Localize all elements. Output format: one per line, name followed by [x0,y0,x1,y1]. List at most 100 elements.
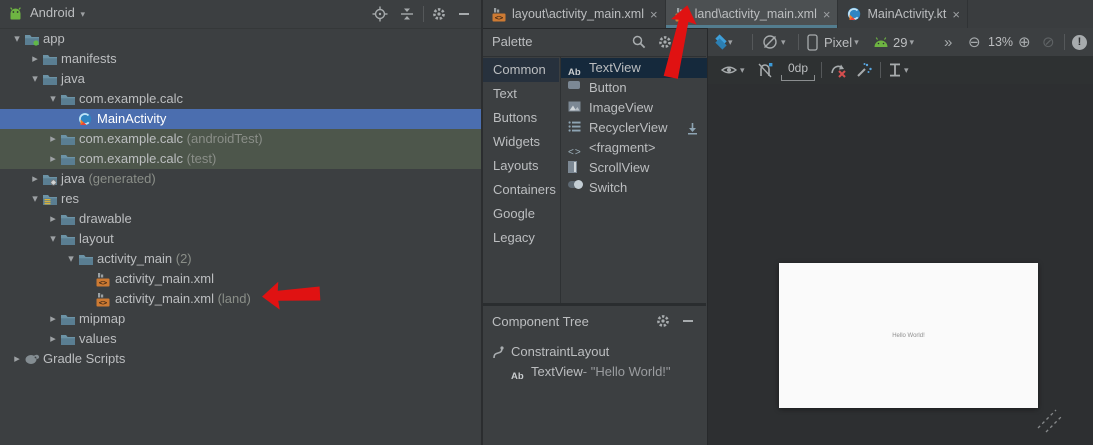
tree-item-mipmap[interactable]: ▸ mipmap [0,309,481,329]
project-settings-button[interactable] [431,6,447,22]
zoom-fit-disabled-icon: ⊘ [1042,33,1055,51]
tree-item-app[interactable]: ▾ app [0,29,481,49]
palette-component-scrollview[interactable]: ScrollView [561,158,707,178]
tree-item-label: drawable [79,209,132,229]
resize-handle[interactable] [1035,408,1065,434]
component-tree-settings-button[interactable] [655,313,671,329]
collapsed-arrow-icon[interactable]: ▸ [46,149,60,169]
tree-item-label: res [61,189,79,209]
pack-align-button[interactable]: ▾ [888,56,909,84]
tree-item-label: com.example.calc (test) [79,149,216,169]
palette-search-button[interactable] [631,34,647,50]
tree-item-label: com.example.calc [79,89,183,109]
editor-tab-land-activity-main-xml[interactable]: <> land\activity_main.xml × [666,0,839,28]
folder-icon [42,72,58,86]
tree-item-com-example-calc[interactable]: ▸ com.example.calc (test) [0,149,481,169]
expanded-arrow-icon[interactable]: ▾ [28,189,42,209]
view-options-button[interactable]: ▾ [720,56,745,84]
palette-component-fragment[interactable]: <> <fragment> [561,138,707,158]
design-surface[interactable]: Hello World! [707,84,1093,445]
device-selector[interactable]: Pixel ▾ [807,28,859,56]
tree-item-activity-main-xml[interactable]: <>activity_main.xml (land) [0,289,481,309]
issues-button[interactable]: ! [1072,28,1087,56]
clear-constraints-button[interactable] [829,56,848,84]
orientation-selector[interactable]: ▾ [761,28,786,56]
tree-item-java[interactable]: ▸ java (generated) [0,169,481,189]
expanded-arrow-icon[interactable]: ▾ [46,229,60,249]
tree-item-res[interactable]: ▾ res [0,189,481,209]
editor-tab-bar: <> layout\activity_main.xml × <> land\ac… [483,0,1093,29]
locate-file-button[interactable] [372,6,388,22]
minimize-icon [683,320,693,322]
zoom-in-button[interactable]: ⊕ [1018,28,1031,56]
tree-item-java[interactable]: ▾ java [0,69,481,89]
component-tree-item-constraintlayout[interactable]: ConstraintLayout [483,342,706,362]
palette-category-layouts[interactable]: Layouts [483,154,559,178]
tree-item-com-example-calc[interactable]: ▸ com.example.calc (androidTest) [0,129,481,149]
collapsed-arrow-icon[interactable]: ▸ [46,129,60,149]
close-icon[interactable]: × [823,8,831,21]
textview-icon: Ab [568,67,581,78]
palette-category-common[interactable]: Common [483,58,559,82]
palette-category-widgets[interactable]: Widgets [483,130,559,154]
collapsed-arrow-icon[interactable]: ▸ [46,209,60,229]
collapsed-arrow-icon[interactable]: ▸ [10,349,24,369]
tree-item-gradle-scripts[interactable]: ▸ Gradle Scripts [0,349,481,369]
palette-component-imageview[interactable]: ImageView [561,98,707,118]
download-button[interactable] [686,122,699,135]
expanded-arrow-icon[interactable]: ▾ [46,89,60,109]
palette-category-text[interactable]: Text [483,82,559,106]
folder-icon [42,192,58,206]
palette-category-buttons[interactable]: Buttons [483,106,559,130]
imageview-icon [568,101,581,112]
zoom-to-fit-button[interactable]: ⊘ [1042,28,1055,56]
expanded-arrow-icon[interactable]: ▾ [10,29,24,49]
collapsed-arrow-icon[interactable]: ▸ [28,49,42,69]
collapsed-arrow-icon[interactable]: ▸ [46,309,60,329]
palette-category-legacy[interactable]: Legacy [483,226,559,250]
palette-settings-button[interactable] [657,34,673,50]
infer-constraints-button[interactable] [855,56,873,84]
tree-item-values[interactable]: ▸ values [0,329,481,349]
autoconnect-toggle-button[interactable] [756,56,774,84]
palette-component-recyclerview[interactable]: RecyclerView [561,118,707,138]
collapsed-arrow-icon[interactable]: ▸ [46,329,60,349]
tree-item-drawable[interactable]: ▸ drawable [0,209,481,229]
tree-item-manifests[interactable]: ▸ manifests [0,49,481,69]
api-selector[interactable]: 29 ▾ [873,28,914,56]
editor-tab-mainactivity-kt[interactable]: MainActivity.kt × [838,0,968,28]
folder-icon [42,172,58,186]
tree-item-com-example-calc[interactable]: ▾ com.example.calc [0,89,481,109]
design-surface-selector[interactable]: ▾ [716,28,733,56]
project-view-selector[interactable]: Android ▾ [30,5,85,20]
svg-text:<>: <> [99,279,107,287]
palette-component-textview[interactable]: Ab TextView [561,58,707,78]
palette-component-switch[interactable]: Switch [561,178,707,198]
download-icon [686,122,699,135]
palette-category-containers[interactable]: Containers [483,178,559,202]
tree-item-layout[interactable]: ▾ layout [0,229,481,249]
zoom-out-button[interactable]: ⊖ [968,28,981,56]
palette-category-google[interactable]: Google [483,202,559,226]
collapse-all-button[interactable] [399,6,415,22]
expanded-arrow-icon[interactable]: ▾ [64,249,78,269]
editor-tab-layout-activity-main-xml[interactable]: <> layout\activity_main.xml × [483,0,666,28]
close-icon[interactable]: × [650,8,658,21]
tree-item-activity-main-xml[interactable]: <>activity_main.xml [0,269,481,289]
component-tree-minimize-button[interactable] [683,320,693,322]
toolbar-overflow-button[interactable]: » [944,28,952,56]
tree-item-activity-main[interactable]: ▾ activity_main (2) [0,249,481,269]
component-label: ScrollView [589,158,649,178]
palette-component-button[interactable]: Button [561,78,707,98]
magnet-off-icon [756,61,774,79]
component-tree-item-textview[interactable]: Ab TextView- "Hello World!" [483,362,706,382]
android-head-icon [873,37,889,48]
close-icon[interactable]: × [952,8,960,21]
tree-item-mainactivity[interactable]: MainActivity [0,109,481,129]
category-label: Common [493,62,546,77]
collapsed-arrow-icon[interactable]: ▸ [28,169,42,189]
hide-panel-button[interactable] [459,13,469,15]
expanded-arrow-icon[interactable]: ▾ [28,69,42,89]
device-preview-canvas[interactable]: Hello World! [779,263,1038,408]
default-margin-selector[interactable]: 0dp [781,56,815,84]
